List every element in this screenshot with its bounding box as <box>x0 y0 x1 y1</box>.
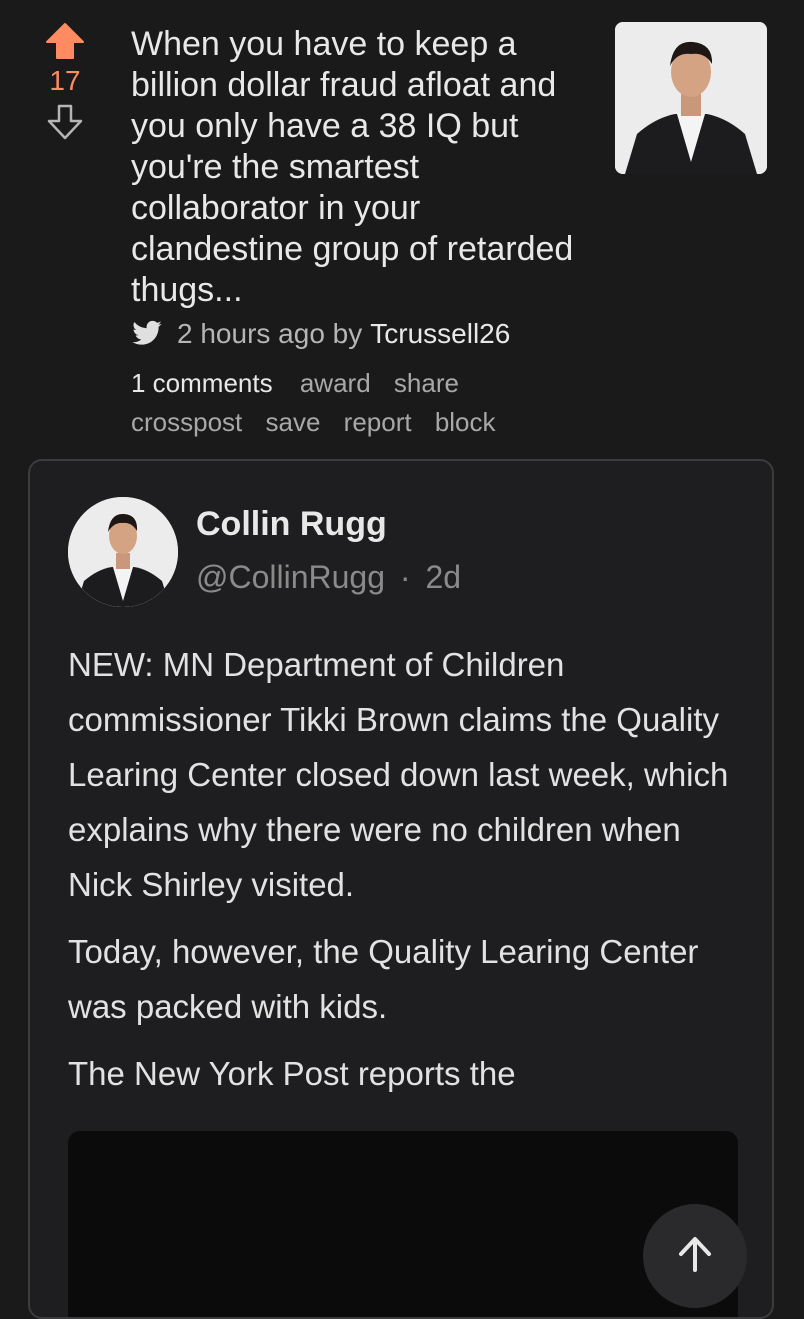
post-meta: 2 hours ago by Tcrussell26 <box>131 318 510 350</box>
dot-separator: · <box>399 559 411 595</box>
crosspost-link[interactable]: crosspost <box>131 407 242 437</box>
tweet-paragraph: NEW: MN Department of Children commissio… <box>68 646 729 903</box>
upvote-arrow-icon[interactable] <box>45 22 85 60</box>
block-link[interactable]: block <box>435 407 496 437</box>
tweet-media[interactable] <box>68 1131 738 1317</box>
person-photo-icon <box>68 497 178 607</box>
tweet-paragraph: Today, however, the Quality Learing Cent… <box>68 933 699 1025</box>
downvote-arrow-icon[interactable] <box>46 104 84 140</box>
tweet-age[interactable]: 2d <box>425 559 461 595</box>
share-link[interactable]: share <box>394 368 459 398</box>
tweet-body: NEW: MN Department of Children commissio… <box>68 637 748 1113</box>
save-link[interactable]: save <box>266 407 321 437</box>
post-title[interactable]: When you have to keep a billion dollar f… <box>131 24 601 311</box>
post-thumbnail[interactable] <box>615 22 767 174</box>
report-link[interactable]: report <box>344 407 412 437</box>
arrow-up-icon <box>679 1237 711 1272</box>
avatar[interactable] <box>68 497 178 607</box>
twitter-bird-icon <box>132 320 162 345</box>
person-photo-icon <box>615 22 767 174</box>
post-time: 2 hours ago by <box>177 318 363 349</box>
post: 17 When you have to keep a billion dolla… <box>0 0 804 455</box>
comments-link[interactable]: 1 comments <box>131 368 273 398</box>
vote-score: 17 <box>49 65 81 96</box>
scroll-to-top-button[interactable] <box>643 1204 747 1308</box>
award-link[interactable]: award <box>300 368 371 398</box>
post-author-link[interactable]: Tcrussell26 <box>370 318 510 350</box>
embedded-tweet-card[interactable]: Collin Rugg @CollinRugg · 2d NEW: MN Dep… <box>28 459 774 1319</box>
vote-column: 17 <box>40 22 90 140</box>
post-actions-row2: crosspost save report block <box>131 407 512 438</box>
tweet-handle[interactable]: @CollinRugg <box>196 559 385 595</box>
tweet-author-handle: @CollinRugg · 2d <box>196 559 461 596</box>
tweet-author-name[interactable]: Collin Rugg <box>196 505 387 544</box>
post-actions-row1: 1 comments award share <box>131 368 475 399</box>
tweet-paragraph: The New York Post reports the <box>68 1055 516 1092</box>
